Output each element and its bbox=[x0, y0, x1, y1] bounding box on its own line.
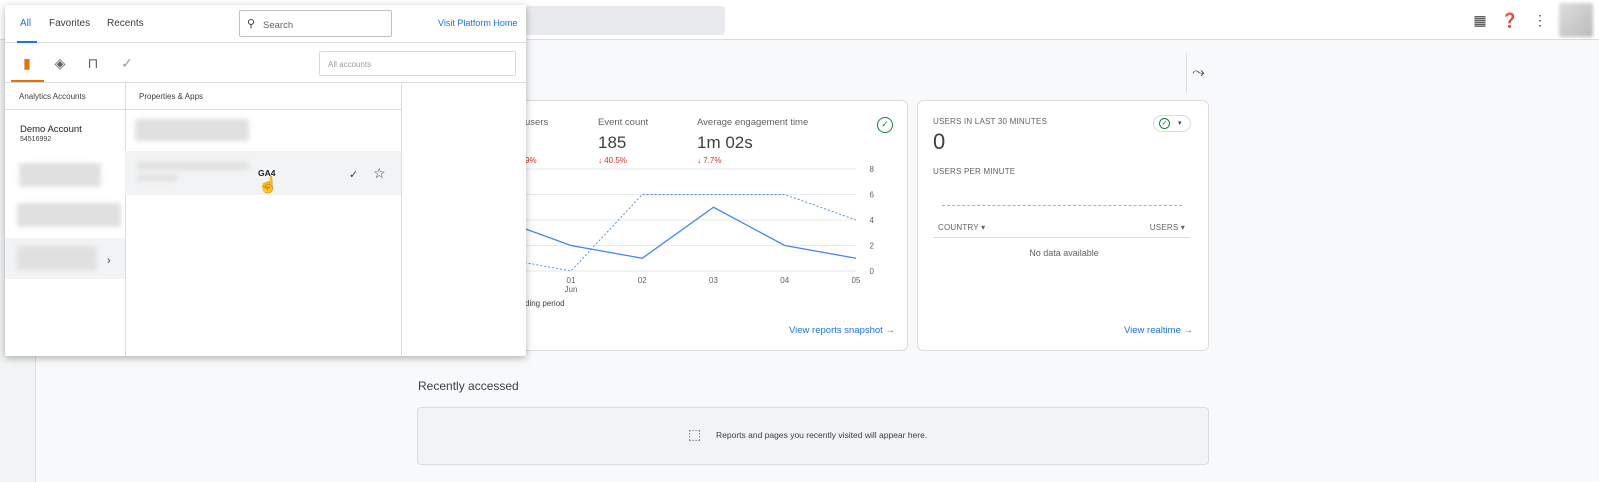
link-label: View realtime bbox=[1124, 325, 1181, 336]
y-tick-label: 2 bbox=[870, 242, 875, 251]
empty-state: No data available bbox=[1029, 248, 1099, 258]
global-search-bar[interactable] bbox=[500, 6, 725, 35]
product-tabs: ▮ ◈ ⊓ ✓ All accounts bbox=[5, 43, 526, 83]
recently-accessed-box: ⬚ Reports and pages you recently visited… bbox=[417, 407, 1209, 465]
optimize-icon[interactable]: ⊓ bbox=[85, 55, 101, 72]
search-placeholder: Search bbox=[263, 20, 294, 31]
hand-cursor-icon: ☝ bbox=[258, 177, 278, 194]
property-item[interactable] bbox=[135, 119, 249, 141]
cursor-click-icon: ⬚ bbox=[688, 426, 702, 442]
metric-label: users bbox=[525, 117, 549, 128]
metric-label: Event count bbox=[598, 117, 649, 128]
recently-accessed-message: Reports and pages you recently visited w… bbox=[716, 430, 928, 440]
recently-accessed-title: Recently accessed bbox=[418, 379, 519, 393]
tab-all[interactable]: All bbox=[20, 18, 31, 29]
x-tick-label: 04 bbox=[780, 276, 789, 285]
help-icon[interactable]: ❓ bbox=[1495, 0, 1525, 40]
x-tick-label: 02 bbox=[638, 276, 647, 285]
dropdown-arrow-icon: ▾ bbox=[1178, 120, 1182, 127]
picker-tabs: All Favorites Recents ⚲ Search Visit Pla… bbox=[5, 5, 526, 43]
account-item[interactable] bbox=[17, 203, 121, 227]
tab-favorites[interactable]: Favorites bbox=[49, 18, 90, 29]
chevron-right-icon: › bbox=[107, 255, 111, 267]
properties-column-header: Properties & Apps bbox=[125, 83, 401, 110]
check-circle-icon[interactable]: ✓ bbox=[877, 117, 893, 133]
check-icon: ✓ bbox=[349, 169, 359, 181]
col-label: COUNTRY bbox=[938, 223, 979, 232]
series-line-0 bbox=[500, 206, 857, 259]
line-chart: 0246801Jun02 03 04 05 bbox=[500, 165, 875, 294]
x-tick-label: Jun bbox=[565, 285, 578, 294]
col-country[interactable]: COUNTRY ▾ bbox=[938, 223, 985, 232]
tag-manager-icon[interactable]: ◈ bbox=[52, 55, 68, 72]
star-icon[interactable]: ☆ bbox=[373, 165, 386, 182]
active-product-indicator bbox=[11, 80, 44, 82]
tab-recents[interactable]: Recents bbox=[107, 18, 144, 29]
search-input[interactable]: ⚲ Search bbox=[239, 10, 392, 37]
column-divider bbox=[401, 83, 402, 356]
top-actions: ▦ ❓ ⋮ bbox=[1465, 0, 1599, 40]
property-id bbox=[137, 175, 177, 181]
accounts-column-header: Analytics Accounts bbox=[5, 83, 125, 110]
link-label: View reports snapshot bbox=[789, 325, 883, 336]
metric-label: Average engagement time bbox=[697, 117, 809, 128]
check-circle-icon: ✓ bbox=[1159, 118, 1170, 129]
metric-engagement-time[interactable]: Average engagement time 1m 02s ↓ 7.7% bbox=[697, 117, 808, 165]
col-label: USERS bbox=[1149, 223, 1179, 232]
metric-value: 185 bbox=[598, 133, 627, 152]
analytics-icon[interactable]: ▮ bbox=[19, 55, 35, 72]
insights-icon[interactable]: ⤳ bbox=[1192, 64, 1205, 82]
users-per-minute-label: USERS PER MINUTE bbox=[933, 167, 1016, 176]
table-header: COUNTRY ▾ USERS ▾ bbox=[933, 216, 1190, 238]
minute-bars bbox=[942, 205, 1182, 206]
x-tick-label: 05 bbox=[852, 276, 861, 285]
survey-check-icon[interactable]: ✓ bbox=[119, 55, 135, 72]
view-realtime-link[interactable]: View realtime → bbox=[1124, 325, 1193, 336]
y-tick-label: 4 bbox=[870, 216, 875, 225]
accounts-filter-input[interactable]: All accounts bbox=[319, 51, 516, 76]
x-tick-label: 01 bbox=[567, 276, 576, 285]
avatar[interactable] bbox=[1559, 3, 1593, 37]
legend-text: ding period bbox=[525, 299, 565, 308]
x-tick-label: 03 bbox=[709, 276, 718, 285]
apps-grid-icon[interactable]: ▦ bbox=[1465, 0, 1495, 40]
account-picker-popup: All Favorites Recents ⚲ Search Visit Pla… bbox=[5, 5, 526, 356]
visit-platform-home-link[interactable]: Visit Platform Home bbox=[438, 18, 517, 28]
metric-users: users 0 9% bbox=[525, 117, 548, 165]
property-name bbox=[137, 162, 249, 170]
more-vert-icon[interactable]: ⋮ bbox=[1525, 0, 1555, 40]
divider bbox=[1186, 53, 1187, 93]
realtime-value: 0 bbox=[933, 129, 946, 154]
view-reports-snapshot-link[interactable]: View reports snapshot → bbox=[789, 325, 895, 336]
column-divider bbox=[125, 83, 126, 356]
realtime-title: USERS IN LAST 30 MINUTES bbox=[933, 117, 1048, 126]
account-item[interactable] bbox=[19, 163, 101, 187]
col-users[interactable]: USERS ▾ bbox=[1150, 223, 1185, 232]
metric-value: 1m 02s bbox=[697, 133, 753, 152]
account-item-name bbox=[17, 246, 97, 270]
account-name: Demo Account bbox=[20, 124, 82, 135]
y-tick-label: 6 bbox=[870, 191, 875, 200]
y-tick-label: 8 bbox=[870, 165, 875, 174]
status-dropdown[interactable]: ✓ ▾ bbox=[1153, 115, 1191, 132]
account-id: 54516992 bbox=[20, 136, 52, 143]
overview-card: users 0 9% Event count 185 ↓ 40.5% Avera… bbox=[460, 100, 908, 351]
metric-event-count[interactable]: Event count 185 ↓ 40.5% bbox=[598, 117, 648, 165]
search-icon: ⚲ bbox=[247, 18, 256, 30]
realtime-card: USERS IN LAST 30 MINUTES 0 ✓ ▾ USERS PER… bbox=[917, 100, 1209, 351]
y-tick-label: 0 bbox=[870, 267, 875, 276]
